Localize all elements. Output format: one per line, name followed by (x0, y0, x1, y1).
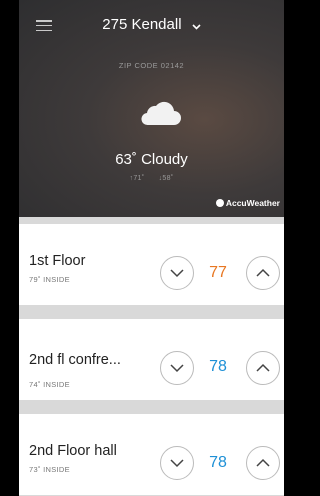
chevron-up-icon (256, 268, 270, 277)
decrease-button[interactable] (160, 446, 194, 480)
zone-inside-temp: 79˚ INSIDE (29, 275, 70, 284)
current-conditions: 63˚ Cloudy (115, 151, 188, 168)
high-low: ↑71˚ ↓58˚ (19, 175, 284, 182)
setpoint-value: 78 (209, 358, 227, 375)
accuweather-icon (215, 199, 224, 207)
chevron-up-icon (256, 363, 270, 372)
high-temp: ↑71˚ (129, 175, 145, 182)
zone-card-2nd-floor-hall[interactable]: 2nd Floor hall 73˚ INSIDE 78 (19, 414, 284, 495)
zone-inside-temp: 73˚ INSIDE (29, 465, 70, 474)
cloud-icon (138, 97, 182, 132)
increase-button[interactable] (246, 256, 280, 290)
location-selector[interactable]: 275 Kendall (19, 16, 284, 34)
chevron-down-icon (170, 459, 184, 468)
increase-button[interactable] (246, 446, 280, 480)
location-label: 275 Kendall (102, 16, 182, 33)
chevron-down-icon (170, 364, 184, 373)
chevron-down-icon (170, 269, 184, 278)
zone-name: 1st Floor (29, 253, 86, 269)
app-screen: 275 Kendall ZIP CODE 02142 63˚ Cloudy ↑7… (19, 0, 284, 496)
decrease-button[interactable] (160, 351, 194, 385)
setpoint-value: 78 (209, 454, 227, 471)
chevron-up-icon (256, 458, 270, 467)
zone-card-2nd-fl-confre[interactable]: 2nd fl confre... 74˚ INSIDE 78 (19, 319, 284, 400)
decrease-button[interactable] (160, 256, 194, 290)
chevron-down-icon (192, 17, 201, 34)
zone-name: 2nd Floor hall (29, 443, 117, 459)
increase-button[interactable] (246, 351, 280, 385)
zone-name: 2nd fl confre... (29, 352, 121, 368)
setpoint-value: 77 (209, 264, 227, 281)
accuweather-logo: AccuWeather (215, 198, 280, 208)
zone-inside-temp: 74˚ INSIDE (29, 380, 70, 389)
zip-code: ZIP CODE 02142 (118, 61, 185, 70)
low-temp: ↓58˚ (158, 175, 174, 182)
zone-card-1st-floor[interactable]: 1st Floor 79˚ INSIDE 77 (19, 224, 284, 305)
weather-header: 275 Kendall ZIP CODE 02142 63˚ Cloudy ↑7… (19, 0, 284, 217)
